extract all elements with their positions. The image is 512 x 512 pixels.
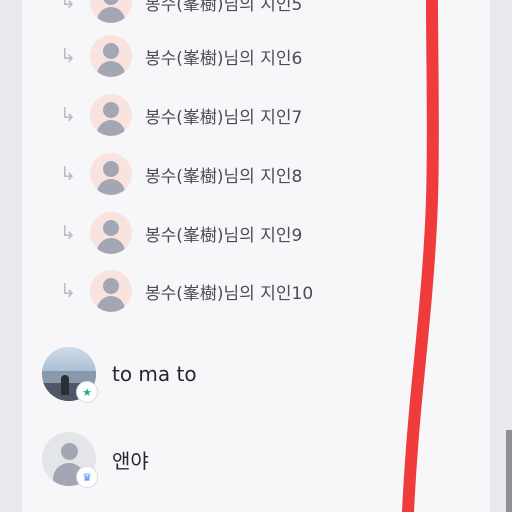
sub-contact-row[interactable]: ↳ 봉수(峯樹)님의 지인7 [60, 86, 480, 144]
profile-photo-avatar: ★ [42, 347, 98, 403]
reply-arrow-icon: ↳ [60, 103, 76, 126]
crown-badge-icon: ♛ [76, 466, 98, 488]
sub-contact-row[interactable]: ↳ 봉수(峯樹)님의 지인8 [60, 145, 480, 203]
reply-arrow-icon: ↳ [60, 162, 76, 185]
contact-name: 앤야 [112, 448, 149, 473]
sub-contact-name: 봉수(峯樹)님의 지인6 [145, 48, 303, 69]
reply-arrow-icon: ↳ [60, 221, 76, 244]
sub-contact-row[interactable]: ↳ 봉수(峯樹)님의 지인9 [60, 204, 480, 262]
sub-contact-name: 봉수(峯樹)님의 지인10 [145, 283, 314, 304]
default-avatar-icon [90, 35, 132, 77]
star-badge-icon: ★ [76, 381, 98, 403]
sub-contact-name: 봉수(峯樹)님의 지인8 [145, 166, 303, 187]
sub-contact-row[interactable]: ↳ 봉수(峯樹)님의 지인10 [60, 262, 480, 320]
default-avatar-icon [90, 0, 132, 23]
contact-row[interactable]: ♛ 앤야 [42, 426, 462, 492]
scrollbar-thumb[interactable] [506, 430, 512, 512]
reply-arrow-icon: ↳ [60, 0, 76, 13]
default-avatar-icon [90, 153, 132, 195]
default-avatar-icon [90, 94, 132, 136]
contact-list-panel: ↳ 봉수(峯樹)님의 지인5 ↳ 봉수(峯樹)님의 지인6 ↳ 봉수(峯樹)님의… [22, 0, 490, 512]
contact-row[interactable]: ★ to ma to [42, 341, 462, 407]
default-avatar-icon [90, 270, 132, 312]
contact-name: to ma to [112, 362, 197, 386]
reply-arrow-icon: ↳ [60, 279, 76, 302]
sub-contact-row[interactable]: ↳ 봉수(峯樹)님의 지인6 [60, 27, 480, 85]
sub-contact-name: 봉수(峯樹)님의 지인9 [145, 225, 303, 246]
sub-contact-name: 봉수(峯樹)님의 지인7 [145, 107, 303, 128]
default-avatar-icon: ♛ [42, 432, 98, 488]
reply-arrow-icon: ↳ [60, 44, 76, 67]
default-avatar-icon [90, 212, 132, 254]
sub-contact-name: 봉수(峯樹)님의 지인5 [145, 0, 303, 15]
